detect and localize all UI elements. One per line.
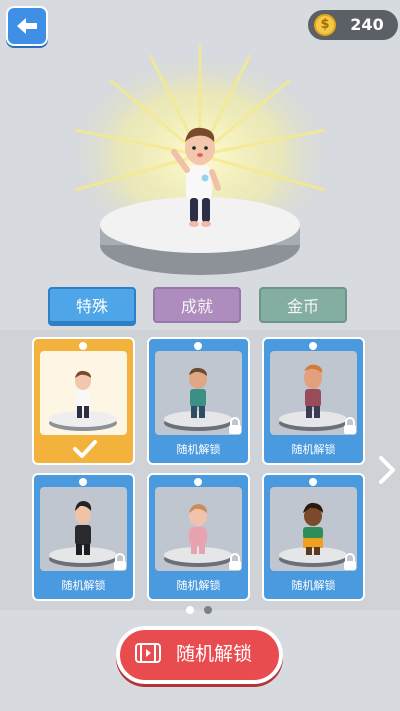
- page-dot-2[interactable]: [204, 606, 212, 614]
- card-pin: [79, 342, 87, 350]
- character-card-1[interactable]: [32, 337, 135, 465]
- card-pin: [194, 342, 202, 350]
- card-pin: [194, 478, 202, 486]
- lock-icon: [344, 553, 356, 570]
- tab-special-label: 特殊: [75, 297, 108, 316]
- card-label: 随机解锁: [291, 579, 336, 592]
- back-arrow-icon: [17, 18, 37, 34]
- coin-icon: $: [314, 14, 336, 36]
- card-preview: [40, 351, 127, 435]
- card-pin: [309, 478, 317, 486]
- character-card-5[interactable]: 随机解锁: [147, 473, 250, 601]
- lock-icon: [114, 553, 126, 570]
- character-card-2[interactable]: 随机解锁: [147, 337, 250, 465]
- card-label: 随机解锁: [291, 443, 336, 456]
- tab-special[interactable]: 特殊: [48, 287, 136, 323]
- character-card-4[interactable]: 随机解锁: [32, 473, 135, 601]
- page-dot-1[interactable]: [186, 606, 194, 614]
- card-label: 随机解锁: [61, 579, 106, 592]
- card-pin: [309, 342, 317, 350]
- card-pin: [79, 478, 87, 486]
- character-card-3[interactable]: 随机解锁: [262, 337, 365, 465]
- tab-achievement-label: 成就: [180, 297, 213, 316]
- tab-gold-label: 金币: [286, 297, 319, 316]
- random-unlock-label: 随机解锁: [176, 643, 253, 665]
- tab-achievement[interactable]: 成就: [153, 287, 241, 323]
- back-button[interactable]: [6, 6, 48, 46]
- player-character: [171, 127, 221, 227]
- card-label: 随机解锁: [176, 579, 221, 592]
- character-preview: [49, 370, 117, 431]
- lock-icon: [229, 553, 241, 570]
- coin-count: 240: [350, 15, 384, 34]
- selected-check-icon: [73, 440, 97, 458]
- character-card-6[interactable]: 随机解锁: [262, 473, 365, 601]
- video-ad-icon: [135, 643, 161, 663]
- lock-icon: [344, 417, 356, 434]
- card-label: 随机解锁: [176, 443, 221, 456]
- lock-icon: [229, 417, 241, 434]
- next-page-arrow-icon[interactable]: [378, 455, 396, 485]
- tab-gold[interactable]: 金币: [259, 287, 347, 323]
